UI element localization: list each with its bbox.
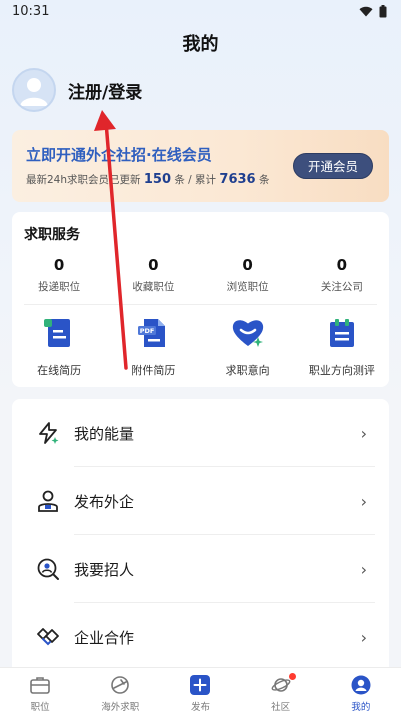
profile-icon [350, 674, 372, 696]
battery-icon [379, 5, 387, 18]
member-banner[interactable]: 立即开通外企社招·在线会员 最新24h求职会员已更新 150 条 / 累计 76… [12, 130, 389, 202]
banner-stats: 最新24h求职会员已更新 150 条 / 累计 7636 条 [26, 172, 269, 187]
tab-mine[interactable]: 我的 [321, 668, 401, 713]
stats-unit2: 条 [258, 174, 270, 186]
briefcase-icon [29, 674, 51, 696]
job-services-card: 求职服务 0 投递职位 0 收藏职位 0 浏览职位 0 关注公司 在线简历 PD… [12, 212, 389, 387]
total-count: 7636 [219, 172, 256, 187]
menu-label: 我要招人 [74, 560, 135, 579]
stat-label: 收藏职位 [132, 281, 175, 293]
menu-label: 我的能量 [74, 424, 135, 443]
recruit-search-icon [34, 555, 62, 583]
pdf-resume-icon: PDF [136, 316, 170, 350]
stat-label: 关注公司 [320, 281, 363, 293]
tab-community[interactable]: 社区 [241, 668, 321, 713]
wifi-icon [359, 6, 373, 17]
status-bar: 10:31 [0, 0, 401, 24]
tool-career-assessment[interactable]: 职业方向测评 [295, 316, 389, 378]
tab-label: 职位 [30, 702, 50, 713]
login-register-link[interactable]: 注册/登录 [68, 78, 142, 103]
tab-overseas[interactable]: 海外求职 [80, 668, 160, 713]
menu-item-publish-company[interactable]: 发布外企 › [12, 467, 389, 535]
chevron-right-icon: › [360, 423, 367, 443]
stat-value: 0 [336, 256, 348, 274]
svg-text:PDF: PDF [140, 327, 155, 335]
tool-label: 附件简历 [131, 364, 176, 377]
tool-label: 职业方向测评 [308, 364, 375, 377]
tool-job-intention[interactable]: 求职意向 [201, 316, 295, 378]
status-time: 10:31 [12, 4, 50, 19]
profile-login[interactable]: 注册/登录 [12, 68, 142, 112]
tool-label: 求职意向 [225, 364, 270, 377]
stat-saved-jobs[interactable]: 0 收藏职位 [106, 256, 200, 294]
chevron-right-icon: › [360, 559, 367, 579]
menu-item-recruit[interactable]: 我要招人 › [12, 535, 389, 603]
stat-label: 投递职位 [38, 281, 81, 293]
updated-count: 150 [143, 172, 171, 187]
job-intention-heart-icon [231, 316, 265, 350]
banner-title: 立即开通外企社招·在线会员 [26, 146, 212, 164]
tool-attachment-resume[interactable]: PDF 附件简历 [106, 316, 200, 378]
stats-prefix: 最新24h求职会员已更新 [26, 174, 141, 186]
job-services-title: 求职服务 [24, 227, 80, 243]
stat-applied-jobs[interactable]: 0 投递职位 [12, 256, 106, 294]
stats-unit1: 条 / 累计 [174, 174, 217, 186]
menu-item-my-energy[interactable]: 我的能量 › [12, 399, 389, 467]
tab-label: 社区 [271, 702, 291, 713]
lightning-icon [34, 419, 62, 447]
online-resume-icon [42, 316, 76, 350]
open-membership-button[interactable]: 开通会员 [292, 153, 373, 179]
overseas-plane-icon [109, 674, 131, 696]
menu-label: 企业合作 [74, 628, 135, 647]
tool-label: 在线简历 [37, 364, 82, 377]
stat-followed-companies[interactable]: 0 关注公司 [295, 256, 389, 294]
bottom-tab-bar: 职位 海外求职 发布 社区 我的 [0, 667, 401, 713]
tab-publish[interactable]: 发布 [160, 668, 240, 713]
notification-badge [288, 673, 296, 680]
user-avatar-icon[interactable] [12, 68, 56, 112]
chevron-right-icon: › [360, 491, 367, 511]
menu-card: 我的能量 › 发布外企 › 我要招人 › 企业合作 › [12, 399, 389, 679]
career-assessment-icon [325, 316, 359, 350]
page-title: 我的 [182, 34, 219, 55]
plus-icon [189, 674, 211, 696]
stat-viewed-jobs[interactable]: 0 浏览职位 [201, 256, 295, 294]
handshake-icon [34, 623, 62, 651]
stat-value: 0 [53, 256, 65, 274]
stat-value: 0 [242, 256, 253, 274]
tool-online-resume[interactable]: 在线简历 [12, 316, 106, 378]
chevron-right-icon: › [360, 627, 367, 647]
publish-company-icon [34, 487, 62, 515]
stat-label: 浏览职位 [226, 281, 269, 293]
divider [24, 304, 377, 305]
tab-label: 发布 [190, 702, 210, 713]
tab-label: 海外求职 [101, 702, 140, 713]
menu-label: 发布外企 [74, 492, 135, 511]
tab-jobs[interactable]: 职位 [0, 668, 80, 713]
menu-item-business-cooperation[interactable]: 企业合作 › [12, 603, 389, 671]
stat-value: 0 [148, 256, 159, 274]
tab-label: 我的 [351, 702, 371, 713]
